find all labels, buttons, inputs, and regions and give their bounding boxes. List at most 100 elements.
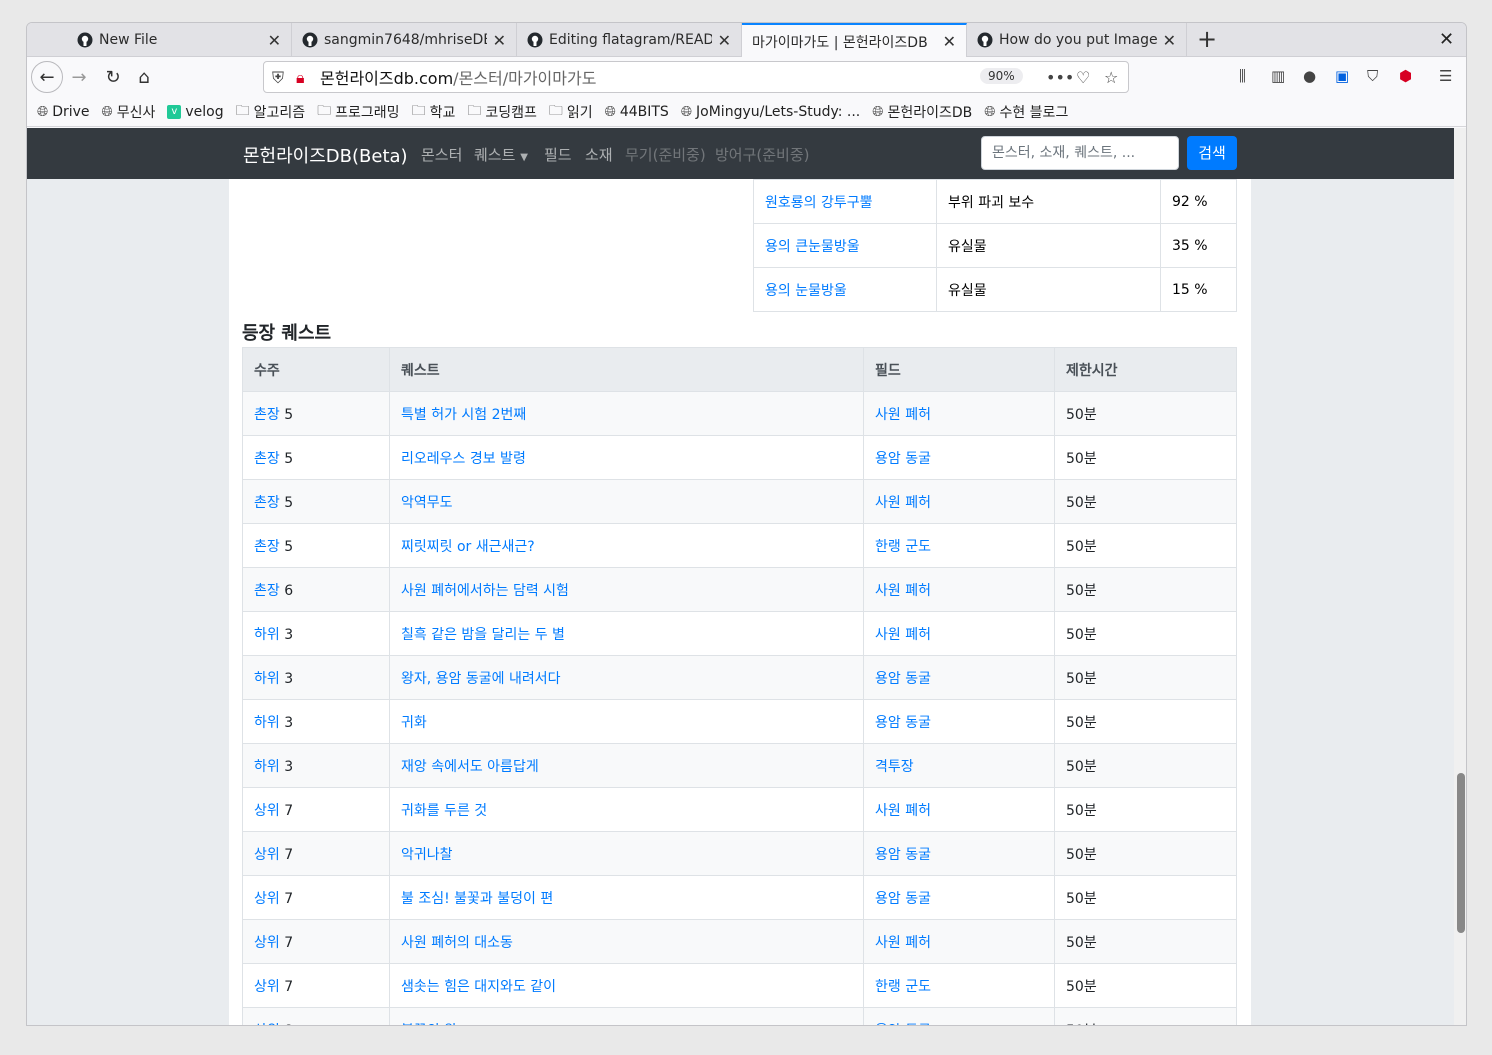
reload-icon[interactable]: ↻ <box>97 61 129 93</box>
library-icon[interactable]: ⫼ <box>1239 67 1246 85</box>
new-tab-plus-icon[interactable]: + <box>1197 25 1217 53</box>
quest-name-link[interactable]: 리오레우스 경보 발령 <box>401 451 526 467</box>
bookmark-folder-programming[interactable]: 🗀 프로그래밍 <box>317 100 399 124</box>
bookmark-drive[interactable]: 🌐︎ Drive <box>37 104 90 120</box>
quest-giver-link[interactable]: 상위 <box>254 803 280 819</box>
quest-giver-link[interactable]: 촌장 <box>254 539 280 555</box>
close-icon[interactable]: ✕ <box>268 31 281 50</box>
close-icon[interactable]: ✕ <box>718 31 731 50</box>
quest-name-link[interactable]: 불 조심! 불꽃과 불덩이 편 <box>401 891 553 907</box>
bookmark-folder-codingcamp[interactable]: 🗀 코딩캠프 <box>467 100 537 124</box>
extension-shield-icon[interactable]: ⛉ <box>1367 67 1378 85</box>
nav-monster[interactable]: 몬스터 <box>421 144 462 165</box>
quest-name-link[interactable]: 특별 허가 시험 2번째 <box>401 407 526 423</box>
close-icon[interactable]: ✕ <box>1163 31 1176 50</box>
close-icon[interactable]: ✕ <box>943 32 956 51</box>
nav-field[interactable]: 필드 <box>544 144 572 165</box>
quest-name-link[interactable]: 귀화 <box>401 715 427 731</box>
quest-giver-link[interactable]: 상위 <box>254 847 280 863</box>
quest-giver-link[interactable]: 촌장 <box>254 451 280 467</box>
page-scrollbar[interactable] <box>1454 128 1466 1025</box>
quest-field-link[interactable]: 사원 폐허 <box>875 407 931 423</box>
quest-giver-link[interactable]: 촌장 <box>254 495 280 511</box>
bookmark-musinsa[interactable]: 🌐︎ 무신사 <box>102 102 156 122</box>
site-brand[interactable]: 몬헌라이즈DB(Beta) <box>243 142 408 168</box>
pocket-icon[interactable]: ♡ <box>1076 68 1090 87</box>
bookmark-star-icon[interactable]: ☆ <box>1104 68 1118 87</box>
quest-giver-link[interactable]: 상위 <box>254 935 280 951</box>
home-icon[interactable]: ⌂ <box>128 61 160 93</box>
quest-name-link[interactable]: 재앙 속에서도 아름답게 <box>401 759 539 775</box>
header-time-limit[interactable]: 제한시간 <box>1054 347 1237 392</box>
quest-field-link[interactable]: 용암 동굴 <box>875 1023 931 1026</box>
quest-giver-link[interactable]: 상위 <box>254 979 280 995</box>
url-bar[interactable]: ⛨ 🔒︎ 몬헌라이즈db.com/몬스터/마가이마가도 90% ••• ♡ ☆ <box>263 61 1129 93</box>
quest-field-link[interactable]: 사원 폐허 <box>875 495 931 511</box>
scrollbar-thumb[interactable] <box>1457 773 1465 933</box>
window-close-icon[interactable]: ✕ <box>1439 29 1454 50</box>
bookmark-folder-algorithm[interactable]: 🗀 알고리즘 <box>236 100 306 124</box>
quest-giver-link[interactable]: 촌장 <box>254 583 280 599</box>
tab-mhrisedb-repo[interactable]: sangmin7648/mhriseDB ✕ <box>292 23 517 57</box>
drop-material-link[interactable]: 용의 큰눈물방울 <box>753 223 937 268</box>
zoom-indicator[interactable]: 90% <box>980 68 1023 84</box>
quest-giver-link[interactable]: 상위 <box>254 891 280 907</box>
back-arrow-icon[interactable]: ← <box>31 61 63 93</box>
quest-giver-link[interactable]: 하위 <box>254 627 280 643</box>
tab-new-file[interactable]: New File ✕ <box>67 23 292 57</box>
nav-material[interactable]: 소재 <box>585 144 613 165</box>
close-icon[interactable]: ✕ <box>493 31 506 50</box>
quest-name-link[interactable]: 왕자, 용암 동굴에 내려서다 <box>401 671 560 687</box>
tab-magaimagado-active[interactable]: 마가이마가도 | 몬헌라이즈DB ✕ <box>742 23 967 58</box>
quest-name-link[interactable]: 칠흑 같은 밤을 달리는 두 별 <box>401 627 565 643</box>
quest-giver-link[interactable]: 하위 <box>254 671 280 687</box>
quest-field-link[interactable]: 한랭 군도 <box>875 979 931 995</box>
header-field[interactable]: 필드 <box>863 347 1055 392</box>
quest-field-link[interactable]: 사원 폐허 <box>875 583 931 599</box>
quest-name-link[interactable]: 샘솟는 힘은 대지와도 같이 <box>401 979 556 995</box>
search-input[interactable]: 몬스터, 소재, 퀘스트, ... <box>981 136 1179 170</box>
quest-giver-link[interactable]: 하위 <box>254 715 280 731</box>
quest-name-link[interactable]: 찌릿찌릿 or 새근새근? <box>401 539 535 555</box>
quest-giver-link[interactable]: 하위 <box>254 759 280 775</box>
quest-field-link[interactable]: 격투장 <box>875 759 914 775</box>
tab-how-put-images[interactable]: How do you put Images o ✕ <box>967 23 1187 57</box>
quest-field-link[interactable]: 사원 폐허 <box>875 803 931 819</box>
bookmark-velog[interactable]: v velog <box>167 104 224 120</box>
bookmark-lets-study[interactable]: 🌐︎ JoMingyu/Lets-Study: ... <box>681 104 860 120</box>
drop-material-link[interactable]: 용의 눈물방울 <box>753 267 937 312</box>
nav-quest-dropdown[interactable]: 퀘스트 ▼ <box>474 144 528 165</box>
quest-name-link[interactable]: 악역무도 <box>401 495 453 511</box>
quest-field-link[interactable]: 용암 동굴 <box>875 715 931 731</box>
extension-ublock-icon[interactable]: ⬢ <box>1399 67 1412 85</box>
forward-arrow-icon[interactable]: → <box>63 61 95 93</box>
bookmark-44bits[interactable]: 🌐︎ 44BITS <box>605 104 669 120</box>
quest-field-link[interactable]: 사원 폐허 <box>875 935 931 951</box>
sidebar-icon[interactable]: ▥ <box>1271 67 1285 85</box>
bookmark-mhrisedb[interactable]: 🌐︎ 몬헌라이즈DB <box>872 102 972 122</box>
bookmark-folder-reading[interactable]: 🗀 읽기 <box>549 100 593 124</box>
quest-giver-link[interactable]: 촌장 <box>254 407 280 423</box>
quest-field-link[interactable]: 한랭 군도 <box>875 539 931 555</box>
quest-name-link[interactable]: 불꽃의 왕 <box>401 1023 457 1026</box>
tab-editing-readme[interactable]: Editing flatagram/README ✕ <box>517 23 742 57</box>
bookmark-folder-school[interactable]: 🗀 학교 <box>412 100 456 124</box>
extension-container-icon[interactable]: ▣ <box>1335 67 1349 85</box>
quest-name-link[interactable]: 사원 폐허의 대소동 <box>401 935 513 951</box>
quest-name-link[interactable]: 귀화를 두른 것 <box>401 803 487 819</box>
extension-s-icon[interactable]: ● <box>1303 67 1316 85</box>
quest-field-link[interactable]: 용암 동굴 <box>875 451 931 467</box>
shield-icon[interactable]: ⛨ <box>272 68 284 88</box>
quest-name-link[interactable]: 악귀나찰 <box>401 847 453 863</box>
menu-hamburger-icon[interactable]: ☰ <box>1439 67 1452 85</box>
search-button[interactable]: 검색 <box>1187 136 1237 170</box>
quest-name-link[interactable]: 사원 폐허에서하는 담력 시험 <box>401 583 569 599</box>
quest-giver-link[interactable]: 상위 <box>254 1023 280 1026</box>
header-quest[interactable]: 퀘스트 <box>389 347 864 392</box>
insecure-lock-icon[interactable]: 🔒︎ <box>296 68 305 88</box>
quest-field-link[interactable]: 용암 동굴 <box>875 891 931 907</box>
bookmark-suhyun-blog[interactable]: 🌐︎ 수현 블로그 <box>984 102 1068 122</box>
quest-field-link[interactable]: 용암 동굴 <box>875 847 931 863</box>
quest-field-link[interactable]: 용암 동굴 <box>875 671 931 687</box>
drop-material-link[interactable]: 원호룡의 강투구뿔 <box>753 179 937 224</box>
